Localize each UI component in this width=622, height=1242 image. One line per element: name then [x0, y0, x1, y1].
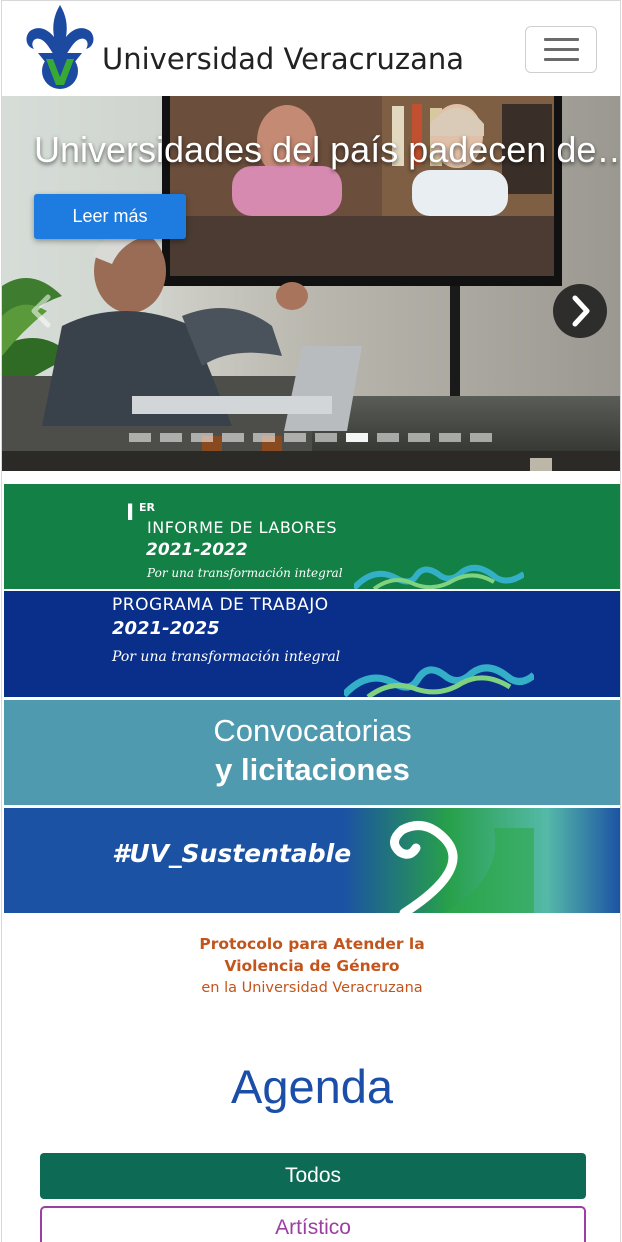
programa-subtitle: Por una transformación integral — [112, 649, 341, 665]
uv-sustentable-banner[interactable]: #UV_Sustentable — [4, 808, 620, 913]
protocolo-line2: Violencia de Género — [224, 957, 400, 975]
carousel-indicator[interactable] — [253, 433, 275, 442]
hamburger-menu-icon — [544, 38, 579, 41]
agenda-heading: Agenda — [230, 1060, 394, 1113]
informe-ordinal-sup: ER — [139, 501, 155, 514]
convocatorias-line1: Convocatorias — [213, 713, 412, 748]
convocatorias-banner[interactable]: Convocatorias y licitaciones — [4, 700, 620, 805]
informe-subtitle: Por una transformación integral — [147, 566, 343, 580]
chevron-left-icon[interactable] — [24, 293, 60, 329]
next-slide-button[interactable] — [553, 284, 607, 338]
carousel-indicator[interactable] — [408, 433, 430, 442]
programa-trabajo-banner[interactable]: PROGRAMA DE TRABAJO 2021-2025 Por una tr… — [4, 591, 620, 697]
carousel-indicators — [129, 433, 492, 443]
carousel-indicator[interactable] — [315, 433, 337, 442]
agenda-filter-todos-button[interactable]: Todos — [40, 1153, 586, 1199]
news-carousel[interactable]: Universidades del país padecen de… Leer … — [2, 96, 620, 471]
carousel-indicator[interactable] — [439, 433, 461, 442]
menu-toggle-button[interactable] — [525, 26, 597, 73]
carousel-indicator[interactable] — [377, 433, 399, 442]
sustentable-hashtag: #UV_Sustentable — [112, 839, 352, 868]
wave-decoration-icon — [354, 564, 524, 589]
page: Universidad Veracruzana Universidades de… — [1, 0, 621, 1242]
brand-name[interactable]: Universidad Veracruzana — [102, 42, 464, 76]
informe-ordinal: I — [126, 501, 135, 526]
informe-title: INFORME DE LABORES — [147, 518, 338, 537]
chevron-right-icon — [572, 295, 590, 327]
hamburger-menu-icon-bar — [544, 58, 579, 61]
carousel-indicator[interactable] — [470, 433, 492, 442]
read-more-button[interactable]: Leer más — [34, 194, 186, 239]
convocatorias-line2: y licitaciones — [215, 752, 410, 787]
informe-years: 2021-2022 — [146, 540, 248, 560]
carousel-indicator[interactable] — [129, 433, 151, 442]
wave-decoration-icon — [344, 664, 534, 697]
carousel-indicator[interactable] — [346, 433, 368, 442]
agenda-filter-artistico-button[interactable]: Artístico — [40, 1206, 586, 1242]
programa-years: 2021-2025 — [112, 618, 220, 639]
programa-title: PROGRAMA DE TRABAJO — [112, 595, 329, 615]
carousel-indicator[interactable] — [191, 433, 213, 442]
uv-fleur-de-lis-logo-icon[interactable] — [24, 3, 96, 91]
carousel-indicator[interactable] — [160, 433, 182, 442]
carousel-indicator[interactable] — [284, 433, 306, 442]
hamburger-menu-icon-bar — [544, 48, 579, 51]
carousel-headline[interactable]: Universidades del país padecen de… — [34, 129, 620, 171]
protocolo-line3: en la Universidad Veracruzana — [201, 980, 423, 996]
protocolo-line1: Protocolo para Atender la — [199, 935, 425, 953]
informe-labores-banner[interactable]: I ER INFORME DE LABORES 2021-2022 Por un… — [4, 484, 620, 589]
site-header: Universidad Veracruzana — [2, 1, 620, 96]
carousel-indicator[interactable] — [222, 433, 244, 442]
protocolo-violencia-genero-link[interactable]: Protocolo para Atender la Violencia de G… — [2, 933, 620, 999]
